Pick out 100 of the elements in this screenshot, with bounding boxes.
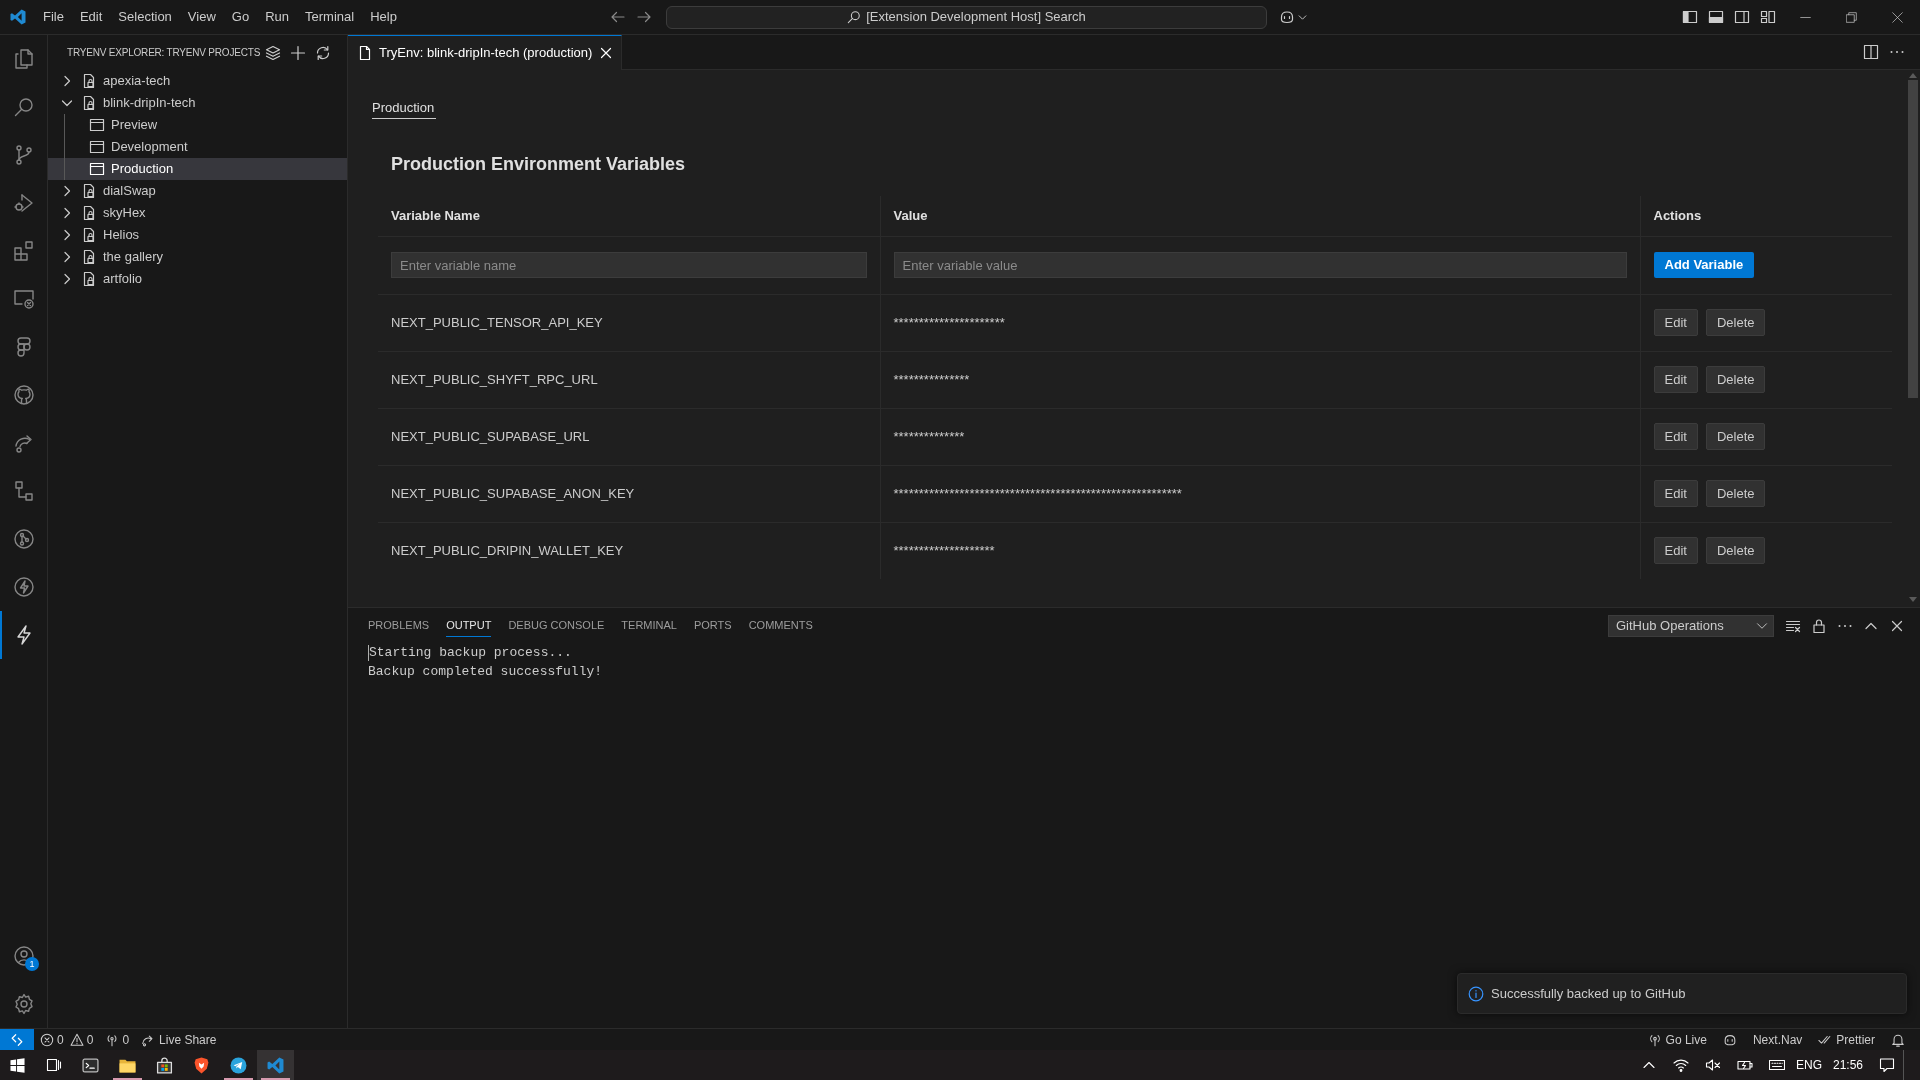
panel-tab[interactable]: COMMENTS: [748, 614, 813, 637]
env-tab[interactable]: Production: [372, 100, 437, 119]
remote-monitor-icon[interactable]: [11, 287, 36, 311]
tree-item[interactable]: artfolio: [48, 268, 347, 290]
refresh-icon[interactable]: [315, 44, 331, 61]
forward-arrow-icon[interactable]: [636, 9, 652, 25]
editor-tab[interactable]: TryEnv: blink-dripIn-tech (production): [348, 35, 623, 70]
layout-grid-icon[interactable]: [1760, 9, 1776, 25]
add-variable-button[interactable]: Add Variable: [1653, 252, 1755, 278]
table-cell: NEXT_PUBLIC_TENSOR_API_KEY: [378, 294, 880, 351]
action-button[interactable]: Edit: [1653, 309, 1698, 336]
action-button[interactable]: Edit: [1653, 537, 1698, 565]
muted-speaker-icon[interactable]: [1705, 1057, 1721, 1073]
variable-name-input[interactable]: Enter variable name: [391, 252, 867, 278]
action-button[interactable]: Delete: [1705, 537, 1766, 565]
panel-layout-icon[interactable]: [1708, 9, 1724, 25]
tree-item[interactable]: skyHex: [48, 202, 347, 224]
layers-icon[interactable]: [265, 44, 281, 61]
account-icon[interactable]: [11, 944, 36, 968]
panel-tab[interactable]: PORTS: [693, 614, 732, 637]
tree-item[interactable]: dialSwap: [48, 180, 347, 202]
branch-circle-icon[interactable]: [11, 527, 36, 551]
action-button[interactable]: Edit: [1653, 366, 1698, 393]
robot-face-icon[interactable]: [1279, 9, 1295, 25]
panel-tab[interactable]: OUTPUT: [446, 614, 492, 637]
notification-icon[interactable]: [1879, 1057, 1895, 1073]
action-button[interactable]: Delete: [1705, 366, 1766, 393]
action-button[interactable]: Delete: [1705, 423, 1766, 450]
menu-item[interactable]: Edit: [71, 0, 111, 34]
lightning-circle-icon[interactable]: [11, 575, 36, 599]
windows-logo-icon[interactable]: [10, 1057, 25, 1073]
prettier-status[interactable]: Prettier: [1818, 1030, 1875, 1049]
variable-value-input[interactable]: Enter variable value: [893, 252, 1627, 278]
restore-icon[interactable]: [1845, 11, 1857, 23]
window-icon: [89, 161, 105, 177]
split-editor-icon[interactable]: [1863, 44, 1879, 60]
panel-tab[interactable]: PROBLEMS: [368, 614, 430, 637]
output-line: Backup completed successfully!: [368, 663, 603, 681]
menu-item[interactable]: Selection: [110, 0, 180, 34]
column-header: Actions: [1640, 196, 1892, 236]
taskbar-app-button[interactable]: [257, 1050, 294, 1080]
sidebar-layout-icon[interactable]: [1682, 9, 1698, 25]
shopping-bag-icon: [156, 1056, 173, 1074]
tree-item[interactable]: Helios: [48, 224, 347, 246]
tree-item[interactable]: Preview: [48, 114, 347, 136]
tree-item[interactable]: Production: [48, 158, 347, 180]
bell-icon[interactable]: [1891, 1032, 1905, 1047]
menu-item[interactable]: Go: [223, 0, 258, 34]
action-button[interactable]: Edit: [1653, 423, 1698, 450]
sidebar-title: TRYENV EXPLORER: TRYENV PROJECTS: [67, 46, 261, 60]
lock-icon[interactable]: [1811, 617, 1827, 634]
menu-item[interactable]: Terminal: [297, 0, 363, 34]
add-icon[interactable]: [290, 44, 306, 61]
scroll-up-arrow-icon: [1909, 73, 1917, 78]
menu-item[interactable]: Run: [257, 0, 297, 34]
app-logo-icon: [267, 1056, 284, 1074]
scrollbar-thumb[interactable]: [1908, 80, 1918, 398]
action-button[interactable]: Edit: [1653, 480, 1698, 507]
menu-item[interactable]: Help: [362, 0, 405, 34]
remote-button[interactable]: [0, 1029, 34, 1050]
panel-tab[interactable]: TERMINAL: [621, 614, 677, 637]
clock[interactable]: 21:56: [1825, 1056, 1871, 1074]
github-icon[interactable]: [11, 383, 36, 407]
tree-item[interactable]: apexia-tech: [48, 70, 347, 92]
account-badge: 1: [25, 957, 39, 971]
panel-tab[interactable]: DEBUG CONSOLE: [508, 614, 605, 637]
action-button[interactable]: Delete: [1705, 480, 1766, 507]
search-icon: [847, 10, 862, 24]
problems-status[interactable]: 0 0: [34, 1029, 100, 1050]
table-cell: **********************: [880, 294, 1640, 351]
menu-item[interactable]: File: [35, 0, 72, 34]
right-sidebar-layout-icon[interactable]: [1734, 9, 1750, 25]
share-arrow-icon: [141, 1032, 156, 1047]
table-cell: NEXT_PUBLIC_SUPABASE_ANON_KEY: [378, 465, 880, 522]
extensions-icon[interactable]: [11, 239, 36, 263]
live-share-button[interactable]: Live Share: [135, 1029, 223, 1050]
broadcast-icon: [1647, 1032, 1662, 1047]
info-icon: [1468, 985, 1484, 1002]
next-nav-button[interactable]: Next.Nav: [1752, 1030, 1803, 1049]
ports-status[interactable]: 0: [99, 1029, 136, 1050]
file-icon: [357, 45, 373, 61]
go-live-button[interactable]: Go Live: [1647, 1030, 1707, 1049]
keyboard-icon[interactable]: [1769, 1057, 1785, 1073]
back-arrow-icon[interactable]: [610, 9, 626, 25]
command-center[interactable]: [Extension Development Host] Search: [666, 5, 1267, 29]
close-icon[interactable]: [1891, 11, 1903, 23]
output-channel-dropdown[interactable]: GitHub Operations: [1608, 614, 1774, 637]
menu-item[interactable]: View: [179, 0, 224, 34]
tree-item[interactable]: the gallery: [48, 246, 347, 268]
action-button[interactable]: Delete: [1705, 309, 1766, 336]
window-icon: [89, 139, 105, 155]
robot-face-icon[interactable]: [1722, 1032, 1737, 1047]
wifi-icon[interactable]: [1673, 1057, 1689, 1073]
shield-icon: [193, 1056, 210, 1074]
chevron-down-icon[interactable]: [1298, 12, 1307, 22]
tree-item[interactable]: blink-dripIn-tech: [48, 92, 347, 114]
task-view-icon[interactable]: [45, 1057, 62, 1073]
language-indicator[interactable]: ENG: [1793, 1056, 1825, 1074]
table-cell: ********************: [880, 522, 1640, 579]
tree-item[interactable]: Development: [48, 136, 347, 158]
